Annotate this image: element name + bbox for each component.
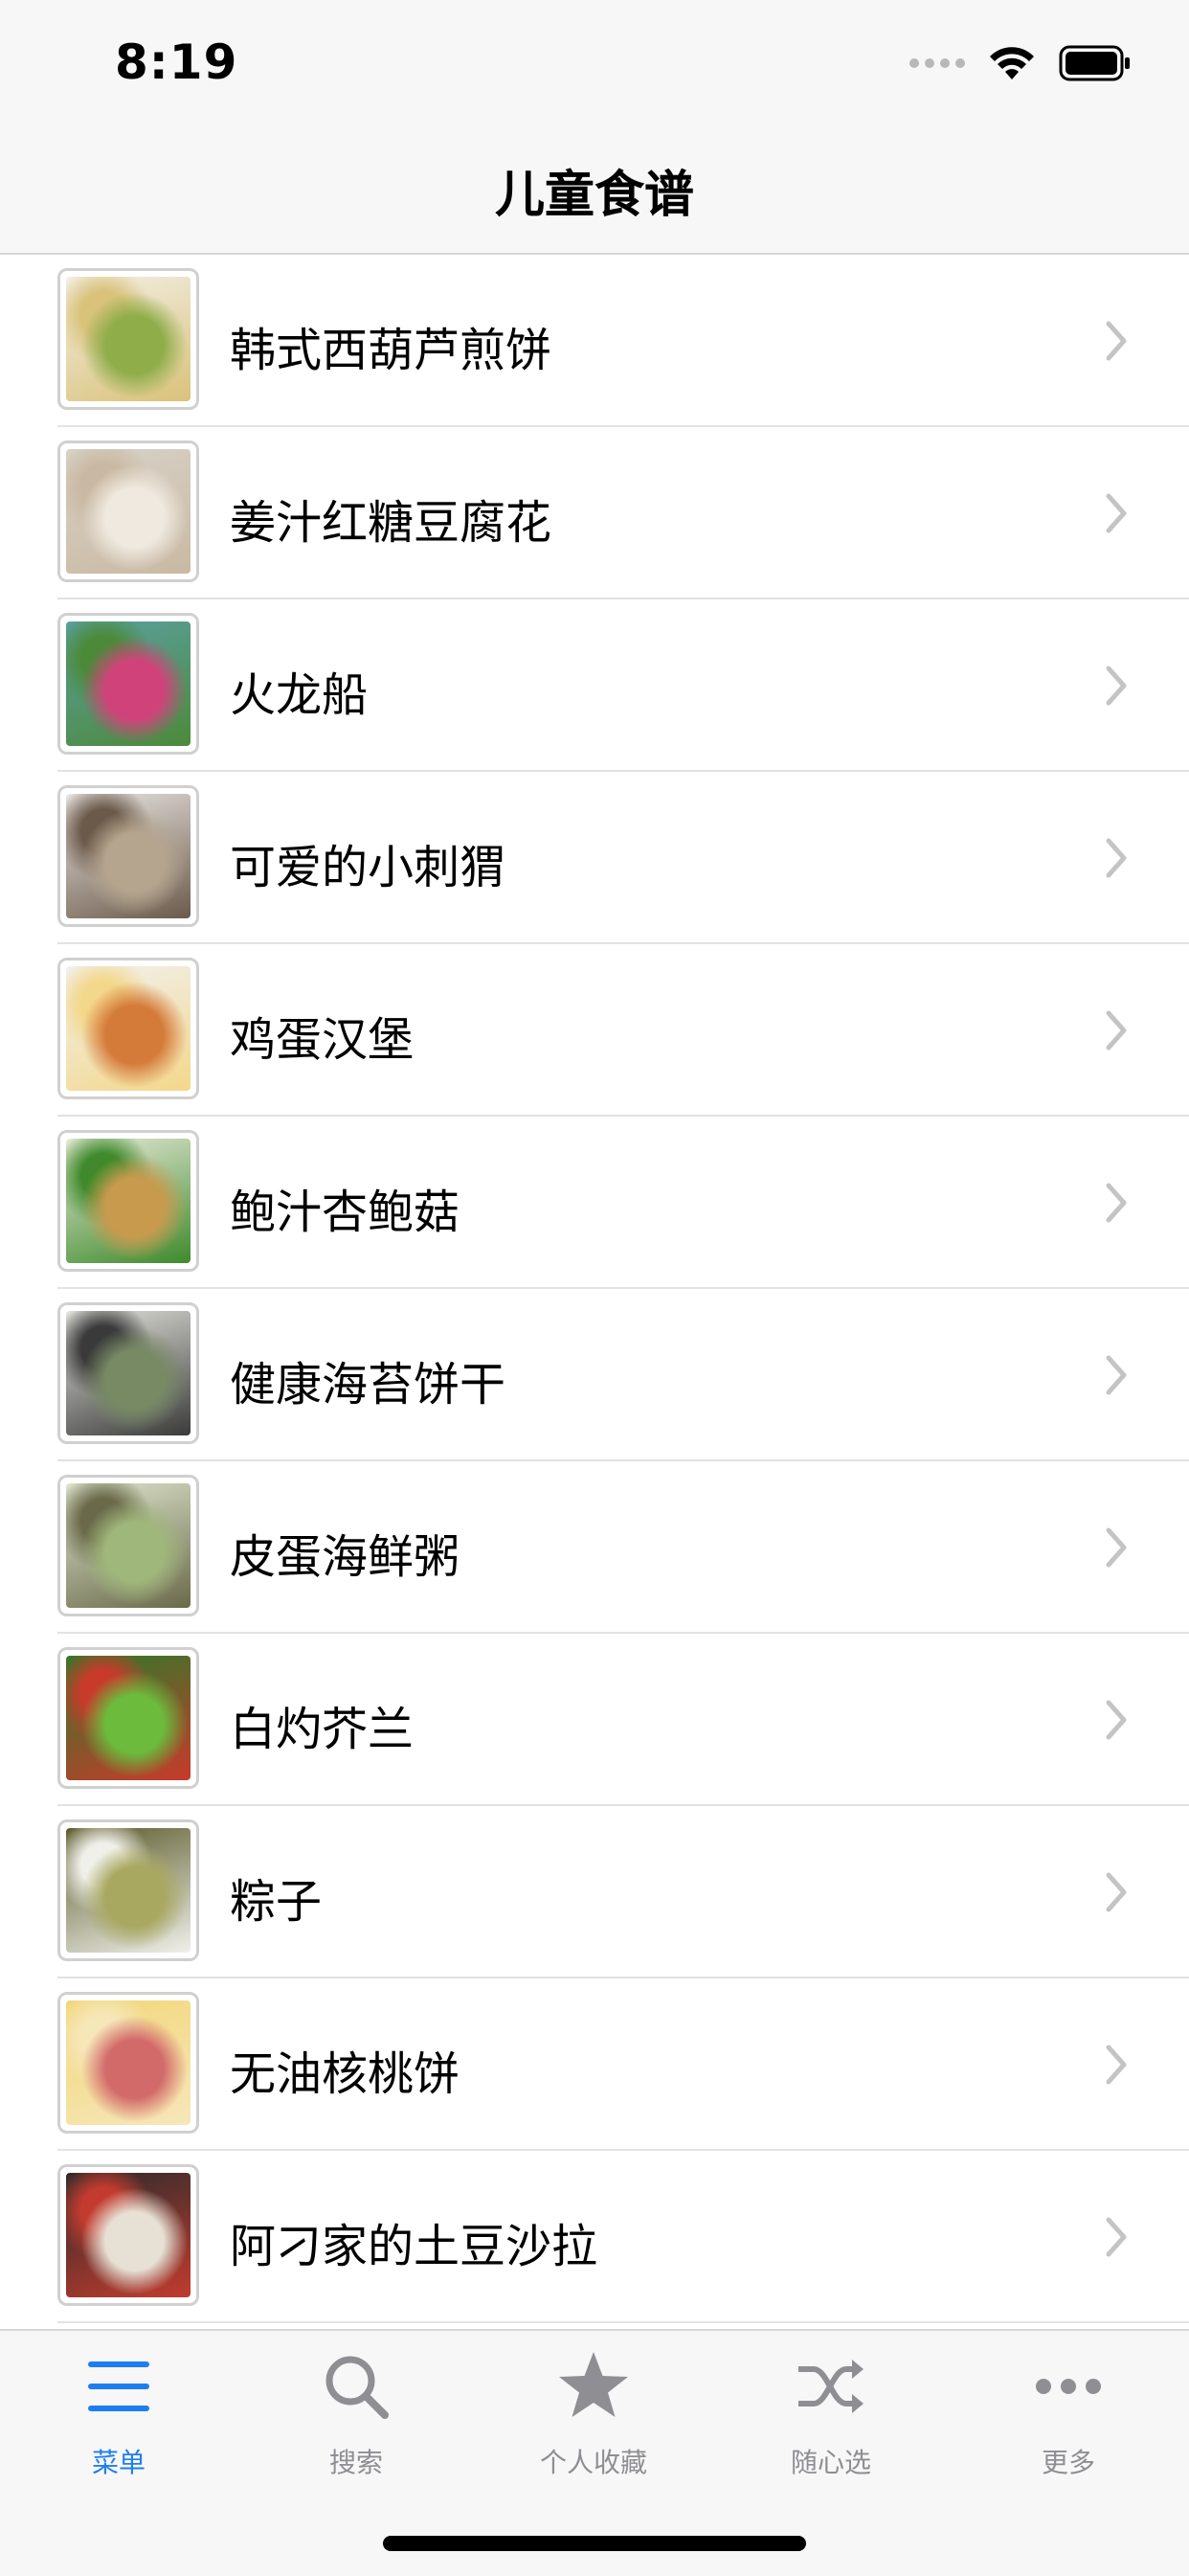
recipe-thumbnail	[57, 785, 199, 927]
chevron-right-icon	[1106, 2045, 1127, 2085]
tab-label: 个人收藏	[539, 2447, 647, 2478]
list-item[interactable]: 健康海苔饼干	[0, 1289, 1189, 1461]
tab-search[interactable]: 搜索	[237, 2348, 475, 2492]
battery-icon	[1059, 45, 1130, 81]
home-indicator	[383, 2536, 806, 2551]
recipe-title: 皮蛋海鲜粥	[230, 1530, 460, 1584]
list-item[interactable]: 无油核桃饼	[0, 1978, 1189, 2151]
recipe-title: 韩式西葫芦煎饼	[230, 324, 552, 377]
list-item[interactable]: 火龙船	[0, 599, 1189, 772]
recipe-thumbnail	[57, 613, 199, 755]
recipe-list: 韩式西葫芦煎饼 姜汁红糖豆腐花 火龙船可爱的小刺猬 鸡蛋汉堡鲍汁杏鲍菇健康海苔饼干 皮蛋…	[0, 255, 1189, 2323]
search-icon	[318, 2348, 394, 2429]
chevron-right-icon	[1106, 1527, 1127, 1568]
list-item[interactable]: 白灼芥兰	[0, 1634, 1189, 1806]
chevron-right-icon	[1106, 2217, 1127, 2257]
status-bar: 8:19	[0, 0, 1189, 126]
recipe-thumbnail	[57, 1302, 199, 1444]
recipe-thumbnail	[57, 958, 199, 1099]
list-item[interactable]: 姜汁红糖豆腐花	[0, 427, 1189, 599]
status-icons	[909, 42, 1132, 84]
tab-label: 更多	[1041, 2447, 1095, 2478]
menu-icon	[80, 2348, 157, 2429]
recipe-thumbnail	[57, 441, 199, 582]
chevron-right-icon	[1106, 1872, 1127, 1912]
chevron-right-icon	[1106, 493, 1127, 533]
recipe-title: 火龙船	[230, 668, 369, 722]
tab-shuffle[interactable]: 随心选	[712, 2348, 950, 2492]
recipe-thumbnail	[57, 1130, 199, 1272]
recipe-title: 鲍汁杏鲍菇	[230, 1186, 460, 1239]
tab-star[interactable]: 个人收藏	[475, 2348, 712, 2492]
recipe-title: 白灼芥兰	[230, 1703, 415, 1756]
tab-label: 随心选	[790, 2447, 871, 2478]
shuffle-icon	[793, 2348, 869, 2429]
tab-label: 菜单	[91, 2447, 146, 2478]
list-item[interactable]: 可爱的小刺猬	[0, 772, 1189, 944]
recipe-thumbnail	[57, 1475, 199, 1616]
chevron-right-icon	[1106, 1183, 1127, 1223]
status-time: 8:19	[115, 34, 238, 90]
page-title: 儿童食谱	[494, 166, 694, 224]
list-item[interactable]: 皮蛋海鲜粥	[0, 1461, 1189, 1634]
chevron-right-icon	[1106, 1700, 1127, 1740]
list-item[interactable]: 鸡蛋汉堡	[0, 944, 1189, 1117]
star-icon	[555, 2348, 632, 2429]
recipe-title: 无油核桃饼	[230, 2047, 460, 2101]
tab-menu[interactable]: 菜单	[0, 2348, 237, 2492]
recipe-thumbnail	[57, 268, 199, 410]
recipe-title: 姜汁红糖豆腐花	[230, 496, 552, 550]
navigation-bar: 儿童食谱	[0, 126, 1189, 255]
wifi-icon	[990, 47, 1034, 79]
chevron-right-icon	[1106, 838, 1127, 878]
chevron-right-icon	[1106, 321, 1127, 361]
cellular-signal-icon	[909, 58, 965, 68]
list-item[interactable]: 韩式西葫芦煎饼	[0, 255, 1189, 427]
recipe-title: 粽子	[230, 1875, 323, 1929]
recipe-title: 健康海苔饼干	[230, 1358, 506, 1412]
list-item[interactable]: 粽子	[0, 1806, 1189, 1978]
more-icon	[1030, 2348, 1107, 2429]
recipe-thumbnail	[57, 1647, 199, 1789]
recipe-thumbnail	[57, 1992, 199, 2134]
list-item[interactable]: 鲍汁杏鲍菇	[0, 1117, 1189, 1289]
tab-more[interactable]: 更多	[950, 2348, 1187, 2492]
recipe-title: 阿刁家的土豆沙拉	[230, 2220, 598, 2273]
recipe-thumbnail	[57, 2164, 199, 2306]
chevron-right-icon	[1106, 1355, 1127, 1395]
recipe-thumbnail	[57, 1819, 199, 1961]
recipe-title: 可爱的小刺猬	[230, 841, 506, 894]
tab-label: 搜索	[328, 2447, 383, 2478]
recipe-title: 鸡蛋汉堡	[230, 1013, 415, 1067]
list-item[interactable]: 阿刁家的土豆沙拉	[0, 2151, 1189, 2323]
chevron-right-icon	[1106, 1010, 1127, 1051]
chevron-right-icon	[1106, 666, 1127, 706]
